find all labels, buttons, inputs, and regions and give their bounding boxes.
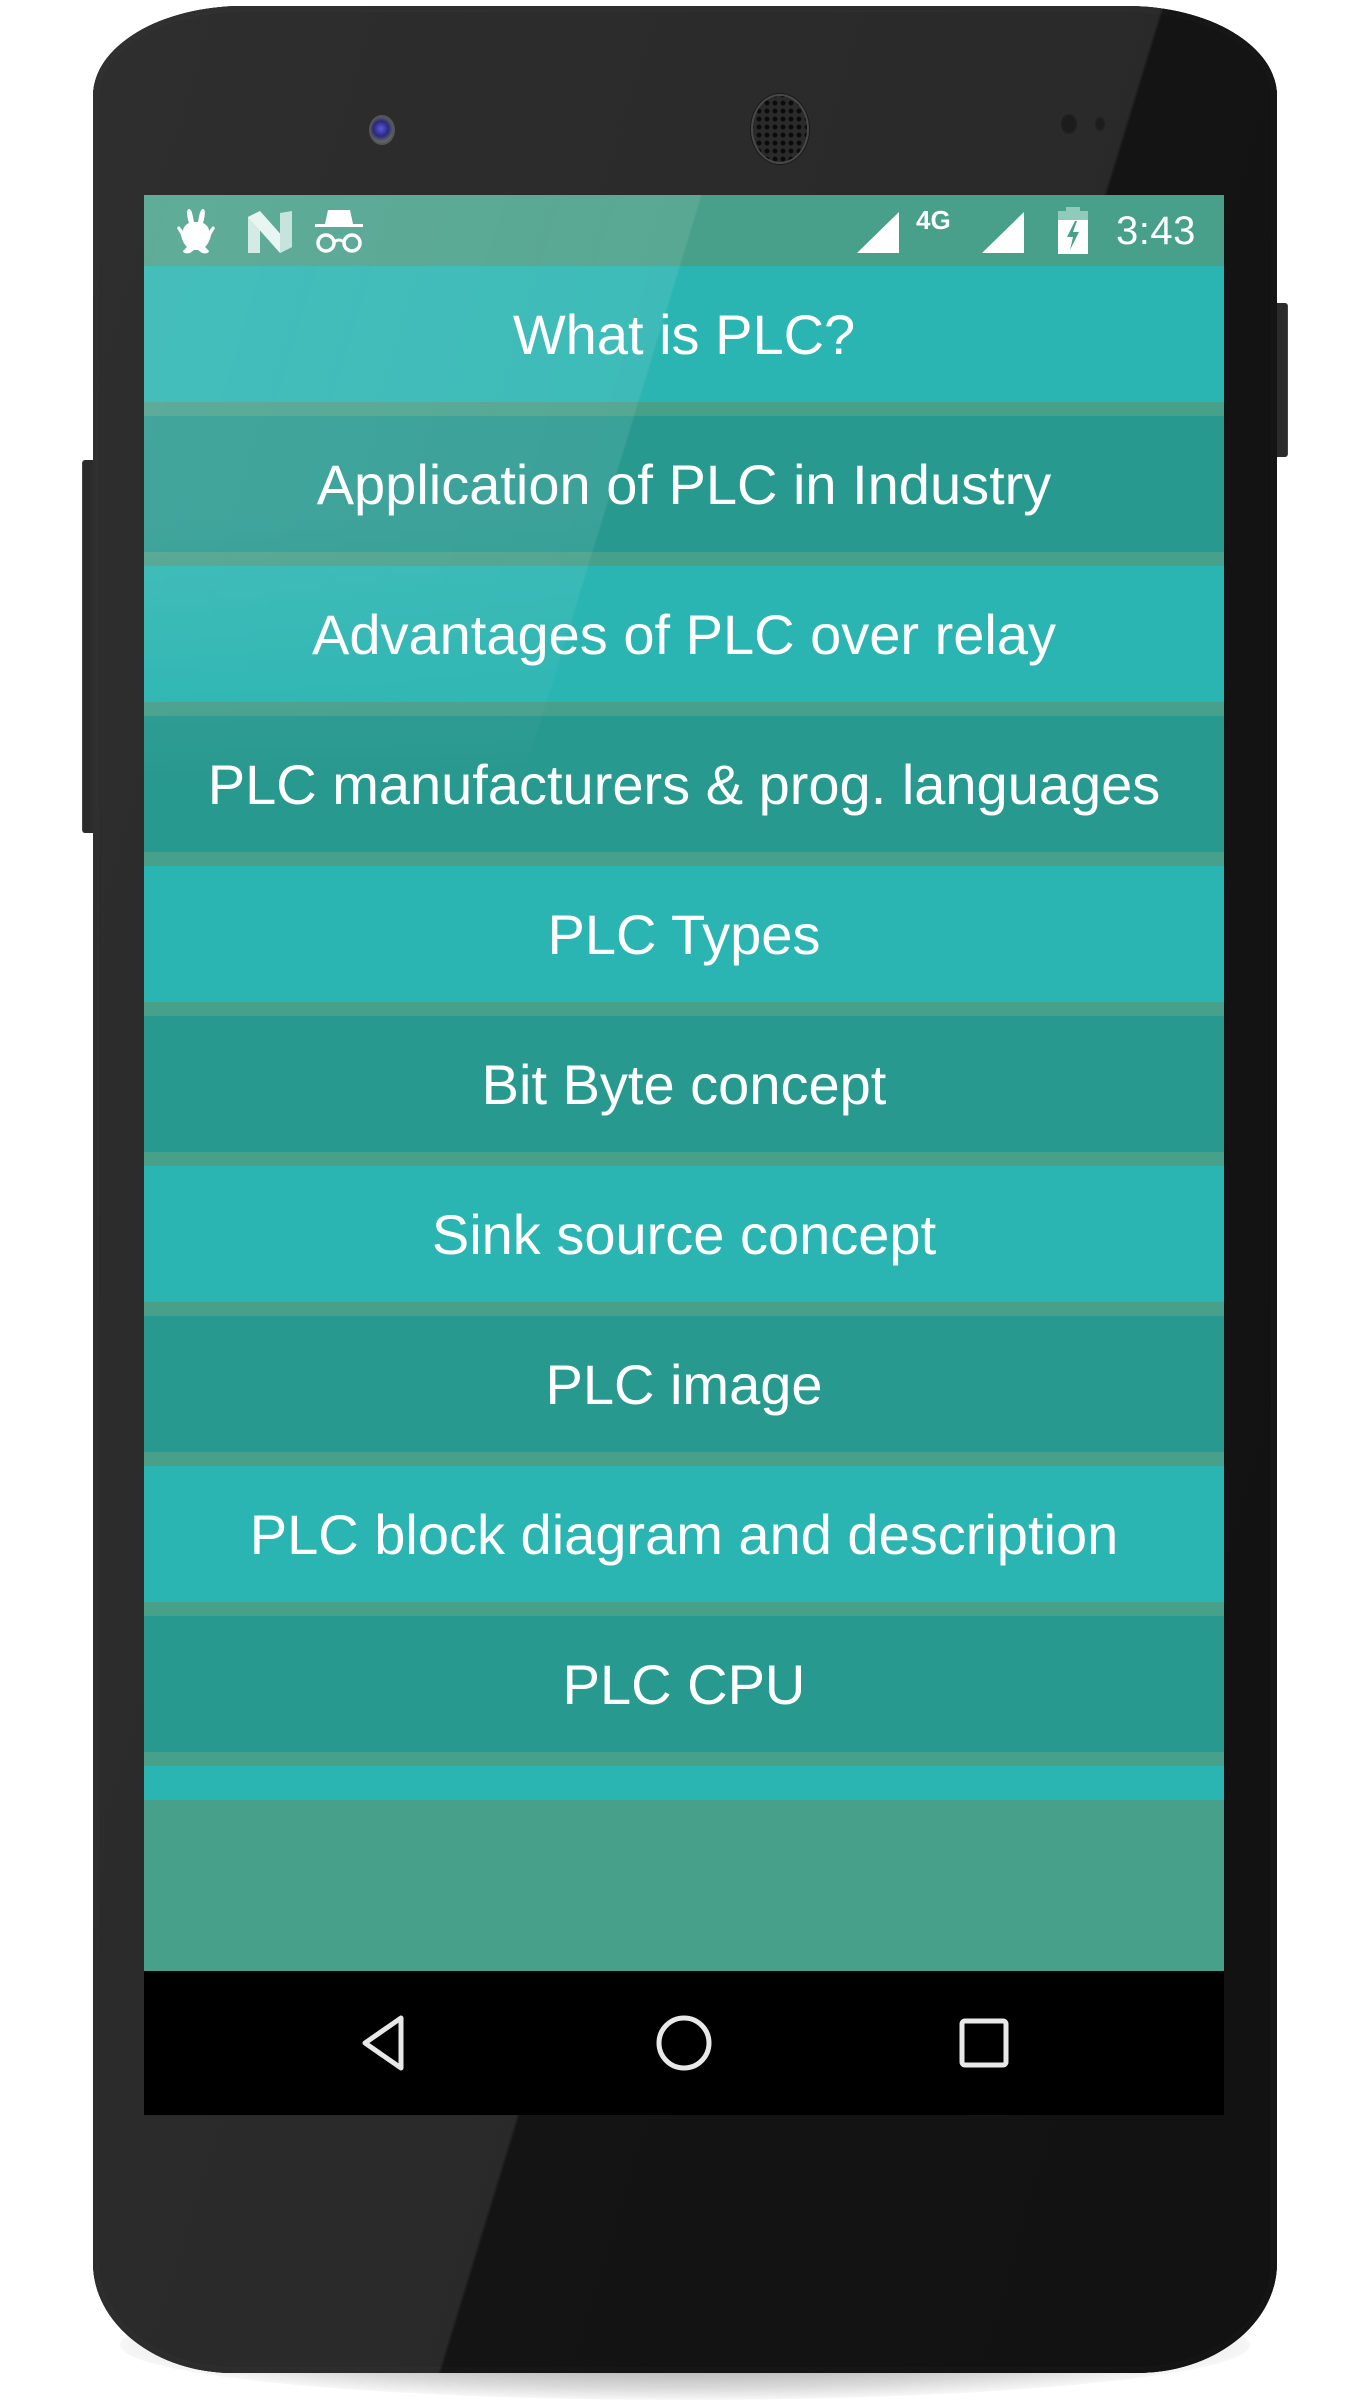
menu-item-plc-block-diagram[interactable]: PLC block diagram and description <box>144 1466 1224 1602</box>
recents-button[interactable] <box>948 2007 1020 2079</box>
phone-screen: 4G 3:43 What is PLC? Application of PLC … <box>144 195 1224 2115</box>
home-circle-icon <box>656 2015 712 2071</box>
menu-item-what-is-plc[interactable]: What is PLC? <box>144 266 1224 402</box>
device-mockup: 4G 3:43 What is PLC? Application of PLC … <box>0 0 1370 2405</box>
menu-item-label: Sink source concept <box>431 1202 937 1266</box>
proximity-sensor-icon <box>1061 114 1077 134</box>
menu-item-application-of-plc[interactable]: Application of PLC in Industry <box>144 416 1224 552</box>
network-type-label: 4G <box>916 205 951 235</box>
back-triangle-icon <box>362 2015 404 2071</box>
menu-item-sink-source-concept[interactable]: Sink source concept <box>144 1166 1224 1302</box>
menu-item-label: Bit Byte concept <box>481 1052 887 1116</box>
recents-square-icon <box>959 2018 1009 2068</box>
menu-item-plc-cpu[interactable]: PLC CPU <box>144 1616 1224 1752</box>
navigation-bar <box>144 1971 1224 2115</box>
menu-item-label: What is PLC? <box>512 302 856 366</box>
n-logo-icon <box>248 211 292 253</box>
menu-item-label: Application of PLC in Industry <box>316 452 1052 516</box>
signal-icon <box>982 212 1024 253</box>
menu-item-label: Advantages of PLC over relay <box>312 602 1056 666</box>
menu-item-plc-image[interactable]: PLC image <box>144 1316 1224 1452</box>
menu-item-label: PLC block diagram and description <box>249 1502 1119 1566</box>
battery-charging-icon <box>1058 207 1088 254</box>
light-sensor-icon <box>1095 117 1105 131</box>
menu-item-advantages-of-plc[interactable]: Advantages of PLC over relay <box>144 566 1224 702</box>
signal-icon <box>857 212 899 253</box>
menu-item-plc-types[interactable]: PLC Types <box>144 866 1224 1002</box>
menu-item-bit-byte-concept[interactable]: Bit Byte concept <box>144 1016 1224 1152</box>
home-button[interactable] <box>648 2007 720 2079</box>
menu-item-label: PLC Types <box>547 902 821 966</box>
status-bar: 4G 3:43 <box>144 195 1224 266</box>
earpiece-speaker-icon <box>751 94 809 164</box>
menu-item-label: PLC manufacturers & prog. languages <box>207 752 1161 816</box>
menu-item-plc-manufacturers[interactable]: PLC manufacturers & prog. languages <box>144 716 1224 852</box>
menu-list[interactable]: What is PLC? Application of PLC in Indus… <box>144 266 1224 1800</box>
menu-item-label: PLC CPU <box>562 1652 806 1716</box>
front-camera-icon <box>369 115 395 145</box>
back-button[interactable] <box>347 2007 419 2079</box>
menu-item-label: PLC image <box>545 1352 823 1416</box>
incognito-icon <box>315 210 363 253</box>
menu-item-partial[interactable] <box>144 1766 1224 1800</box>
status-time: 3:43 <box>1116 209 1196 253</box>
bunny-icon <box>177 209 215 254</box>
